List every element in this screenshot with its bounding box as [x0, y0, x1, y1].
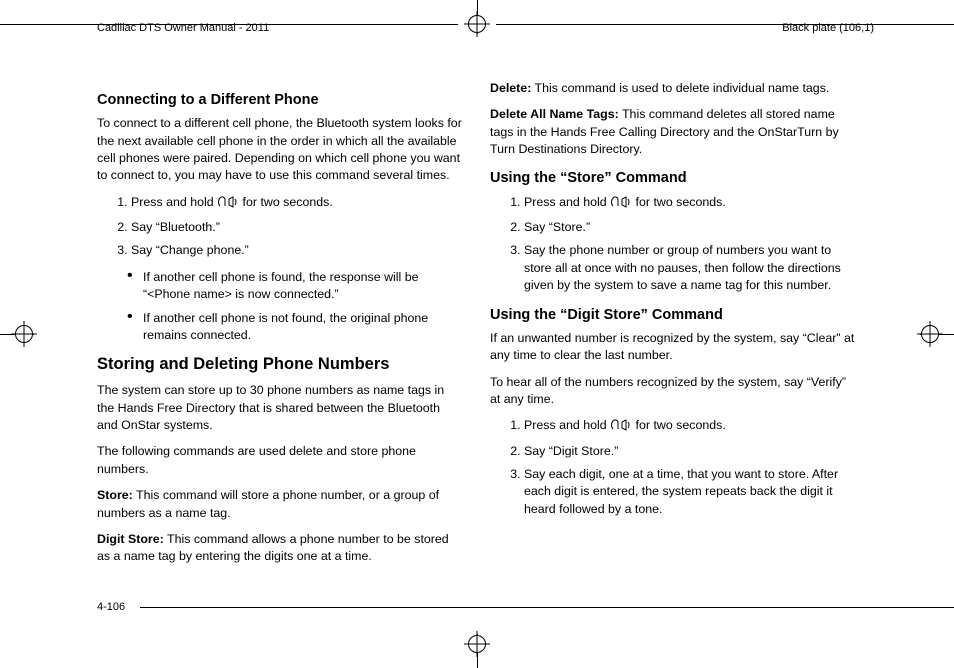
heading-using-digit-store: Using the “Digit Store” Command — [490, 305, 857, 325]
steps-digit-store: Press and hold for two seconds. Say “Dig… — [490, 417, 857, 518]
command-label: Digit Store: — [97, 532, 164, 546]
left-column: Connecting to a Different Phone To conne… — [97, 80, 464, 575]
paragraph: To connect to a different cell phone, th… — [97, 115, 464, 184]
heading-storing-deleting: Storing and Deleting Phone Numbers — [97, 353, 464, 376]
command-delete-all: Delete All Name Tags: This command delet… — [490, 106, 857, 158]
note: If another cell phone is found, the resp… — [143, 269, 464, 304]
step: Press and hold for two seconds. — [524, 194, 857, 213]
command-label: Delete: — [490, 81, 531, 95]
notes-connect: If another cell phone is found, the resp… — [97, 269, 464, 344]
step: Say “Change phone.” — [131, 242, 464, 259]
command-label: Store: — [97, 488, 133, 502]
step-text-post: for two seconds. — [239, 195, 333, 209]
registration-target-bottom — [468, 635, 486, 653]
step: Say each digit, one at a time, that you … — [524, 466, 857, 518]
note: If another cell phone is not found, the … — [143, 310, 464, 345]
steps-connect: Press and hold for two seconds. Say “Blu… — [97, 194, 464, 260]
registration-target-left — [15, 325, 33, 343]
voice-button-icon — [610, 196, 632, 213]
paragraph: To hear all of the numbers recognized by… — [490, 374, 857, 409]
paragraph: The system can store up to 30 phone numb… — [97, 382, 464, 434]
step-text-post: for two seconds. — [632, 195, 726, 209]
step-text-pre: Press and hold — [524, 418, 610, 432]
plate-label: Black plate (106,1) — [782, 22, 874, 34]
right-column: Delete: This command is used to delete i… — [490, 80, 857, 575]
page-number: 4-106 — [97, 601, 125, 613]
voice-button-icon — [610, 419, 632, 436]
command-label: Delete All Name Tags: — [490, 107, 619, 121]
step-text-pre: Press and hold — [131, 195, 217, 209]
voice-button-icon — [217, 196, 239, 213]
paragraph: If an unwanted number is recognized by t… — [490, 330, 857, 365]
command-store: Store: This command will store a phone n… — [97, 487, 464, 522]
doc-title: Cadillac DTS Owner Manual - 2011 — [97, 22, 269, 34]
paragraph: The following commands are used delete a… — [97, 443, 464, 478]
command-text: This command will store a phone number, … — [97, 488, 439, 519]
step: Press and hold for two seconds. — [524, 417, 857, 436]
step-text-pre: Press and hold — [524, 195, 610, 209]
command-delete: Delete: This command is used to delete i… — [490, 80, 857, 97]
step: Press and hold for two seconds. — [131, 194, 464, 213]
page-number-rule — [140, 607, 954, 608]
registration-target-right — [921, 325, 939, 343]
content-columns: Connecting to a Different Phone To conne… — [97, 80, 857, 575]
step: Say “Bluetooth.” — [131, 219, 464, 236]
command-digit-store: Digit Store: This command allows a phone… — [97, 531, 464, 566]
heading-using-store: Using the “Store” Command — [490, 168, 857, 188]
print-header: Cadillac DTS Owner Manual - 2011 Black p… — [97, 18, 874, 38]
step: Say “Store.” — [524, 219, 857, 236]
command-text: This command is used to delete individua… — [531, 81, 829, 95]
steps-store: Press and hold for two seconds. Say “Sto… — [490, 194, 857, 295]
step: Say the phone number or group of numbers… — [524, 242, 857, 294]
step: Say “Digit Store.” — [524, 443, 857, 460]
heading-connect-different-phone: Connecting to a Different Phone — [97, 90, 464, 110]
step-text-post: for two seconds. — [632, 418, 726, 432]
